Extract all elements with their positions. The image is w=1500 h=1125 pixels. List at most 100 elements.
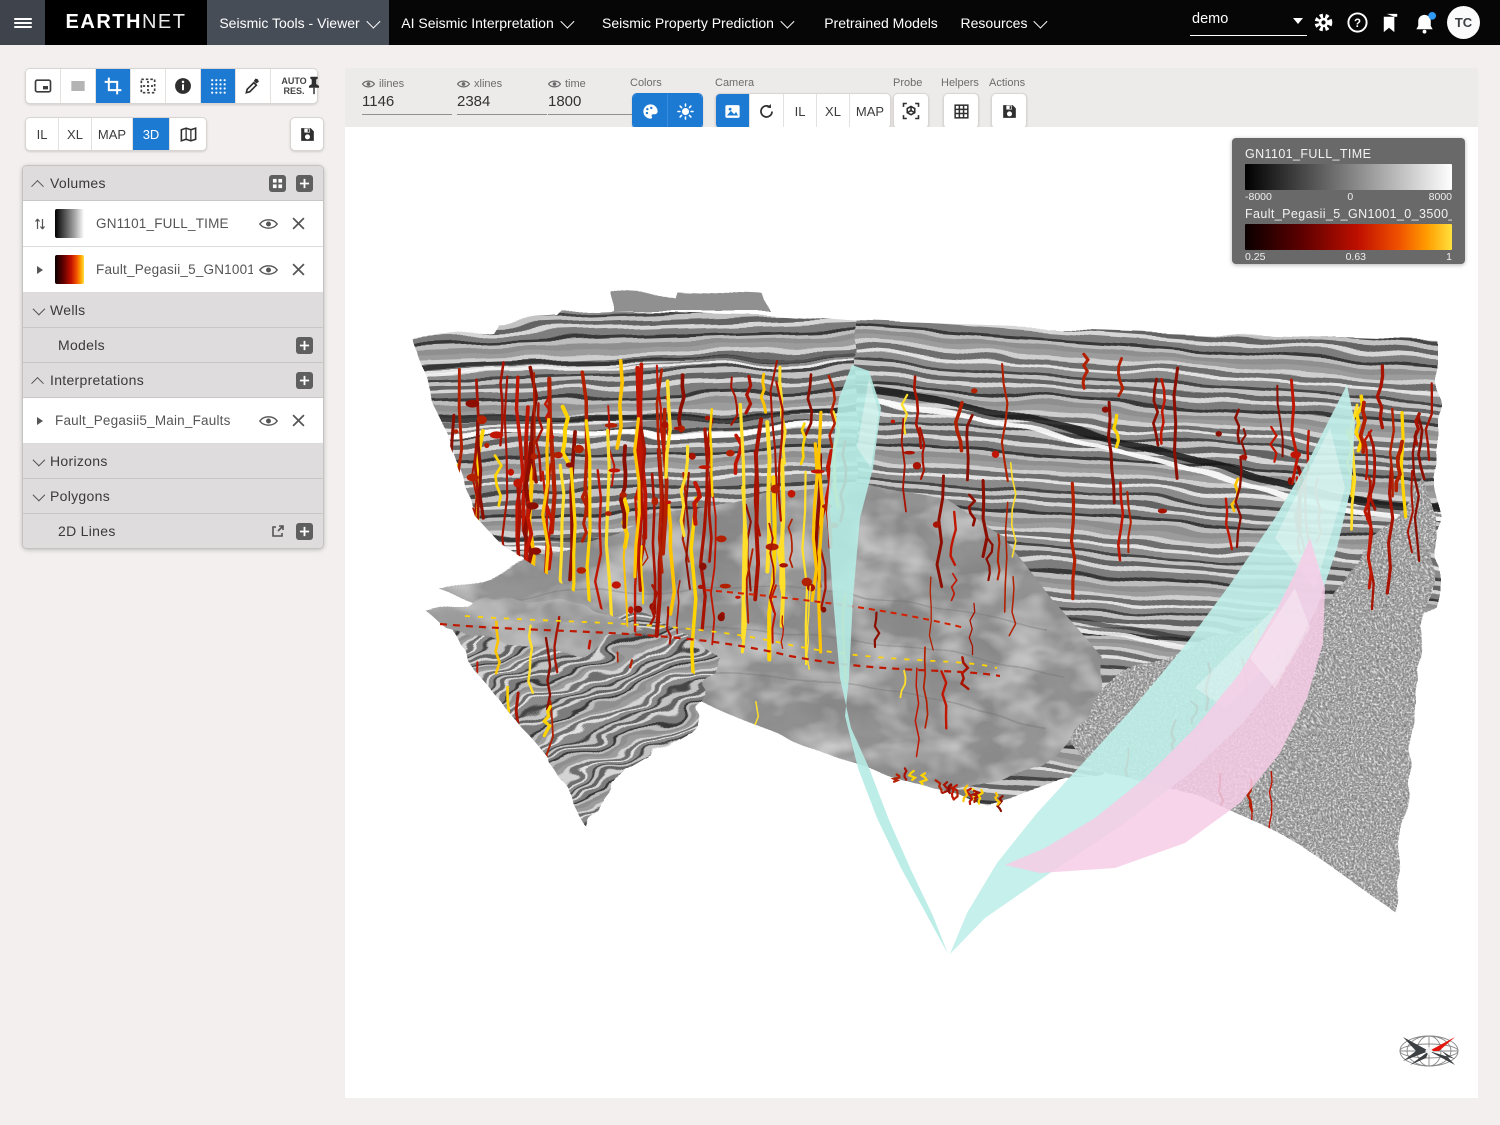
remove-button[interactable] [283,414,313,427]
plus-icon [299,340,310,351]
toggle-visibility-button[interactable] [253,263,283,277]
interpretation-row-faults[interactable]: Fault_Pegasii5_Main_Faults [23,398,323,444]
help-icon: ? [1346,11,1369,34]
remove-button[interactable] [283,217,313,230]
section-models[interactable]: Models [23,328,323,363]
save-layout-button[interactable] [290,117,324,151]
section-label: Interpretations [50,372,144,388]
toggle-visibility-button[interactable] [253,414,283,428]
section-wells[interactable]: Wells [23,293,323,328]
volume-row-gn1101[interactable]: GN1101_FULL_TIME [23,201,323,247]
view-map-button[interactable]: MAP [92,118,133,150]
section-label: Polygons [50,488,110,504]
view-il-button[interactable]: IL [26,118,59,150]
workspace-value: demo [1192,11,1228,27]
picker-button[interactable] [236,69,271,103]
pin-panel-button[interactable] [300,71,328,99]
map-label: MAP [98,127,126,142]
point-density-button[interactable] [201,69,236,103]
chevron-up-icon [31,376,44,389]
tick-max: 8000 [1429,191,1452,203]
add-2d-line-button[interactable] [296,523,313,540]
nav-label: Seismic Property Prediction [602,15,774,31]
view-xl-button[interactable]: XL [59,118,92,150]
add-model-button[interactable] [296,337,313,354]
section-polygons[interactable]: Polygons [23,479,323,514]
workspace-select[interactable]: demo [1190,8,1307,36]
crop-icon [103,76,123,96]
compass-globe-icon [1396,1020,1462,1080]
section-label: Volumes [50,175,106,191]
nav-ai-interpretation[interactable]: AI Seismic Interpretation [389,0,583,45]
crop-button[interactable] [96,69,131,103]
remove-button[interactable] [283,263,313,276]
plus-icon [299,178,310,189]
external-link-icon [271,524,285,538]
volumes-grid-button[interactable] [269,175,286,192]
gear-icon [1312,11,1335,34]
top-nav-bar: EARTHNET Seismic Tools - Viewer AI Seism… [0,0,1500,45]
section-interpretations[interactable]: Interpretations [23,363,323,398]
save-icon [298,125,317,144]
hamburger-icon [14,16,32,30]
notifications-button[interactable] [1412,11,1435,34]
nav-label: Resources [961,15,1028,31]
add-interpretation-button[interactable] [296,372,313,389]
chevron-down-icon [33,302,46,315]
bookmarks-button[interactable] [1379,11,1402,34]
tick-mid: 0.63 [1346,251,1366,263]
reorder-icon[interactable] [33,217,47,231]
legend-gradient-heat [1245,224,1452,250]
section-volumes[interactable]: Volumes [23,166,323,201]
section-label: Models [58,337,105,353]
slice-opacity-button[interactable] [61,69,96,103]
grid-icon [272,178,283,189]
legend-gradient-grayscale [1245,164,1452,190]
dotted-grid-icon [208,76,228,96]
toggle-visibility-button[interactable] [253,217,283,231]
basemap-button[interactable] [170,118,206,150]
chevron-down-icon [560,14,574,28]
nav-label: AI Seismic Interpretation [401,15,554,31]
grid-crosshair-button[interactable] [131,69,166,103]
legend-title-fault: Fault_Pegasii_5_GN1001_0_3500_... [1245,207,1452,221]
chevron-down-icon [1034,14,1048,28]
chevron-down-icon [33,453,46,466]
volume-row-fault[interactable]: Fault_Pegasii_5_GN1001... [23,247,323,293]
info-button[interactable] [166,69,201,103]
caret-right-icon[interactable] [33,265,47,275]
section-horizons[interactable]: Horizons [23,444,323,479]
view-tools-group: AUTO RES. [25,68,318,104]
open-2d-lines-button[interactable] [269,523,286,540]
settings-button[interactable] [1312,11,1335,34]
threed-label: 3D [143,127,160,142]
nav-seismic-tools[interactable]: Seismic Tools - Viewer [207,0,389,45]
close-icon [292,414,305,427]
chevron-down-icon [33,488,46,501]
close-icon [292,263,305,276]
nav-pretrained-models[interactable]: Pretrained Models [810,0,952,45]
app-logo[interactable]: EARTHNET [45,0,207,45]
fit-view-icon [33,76,53,96]
eye-icon [259,263,278,277]
nav-resources[interactable]: Resources [952,0,1053,45]
colormap-swatch-grayscale[interactable] [55,209,84,238]
colormap-swatch-heat[interactable] [55,255,84,284]
brand-light: NET [142,11,187,34]
section-2d-lines[interactable]: 2D Lines [23,514,323,548]
orientation-widget[interactable] [1396,1020,1462,1080]
help-button[interactable]: ? [1346,11,1369,34]
view-3d-button[interactable]: 3D [133,118,170,150]
fit-view-button[interactable] [26,69,61,103]
eyedropper-icon [243,76,263,96]
brand-bold: EARTH [66,11,142,34]
caret-right-icon[interactable] [33,416,47,426]
tick-min: 0.25 [1245,251,1265,263]
avatar[interactable]: TC [1447,6,1480,39]
menu-button[interactable] [0,0,45,45]
close-icon [292,217,305,230]
tick-mid: 0 [1347,191,1353,203]
select-underline [1190,35,1307,36]
nav-property-prediction[interactable]: Seismic Property Prediction [583,0,810,45]
add-volume-button[interactable] [296,175,313,192]
